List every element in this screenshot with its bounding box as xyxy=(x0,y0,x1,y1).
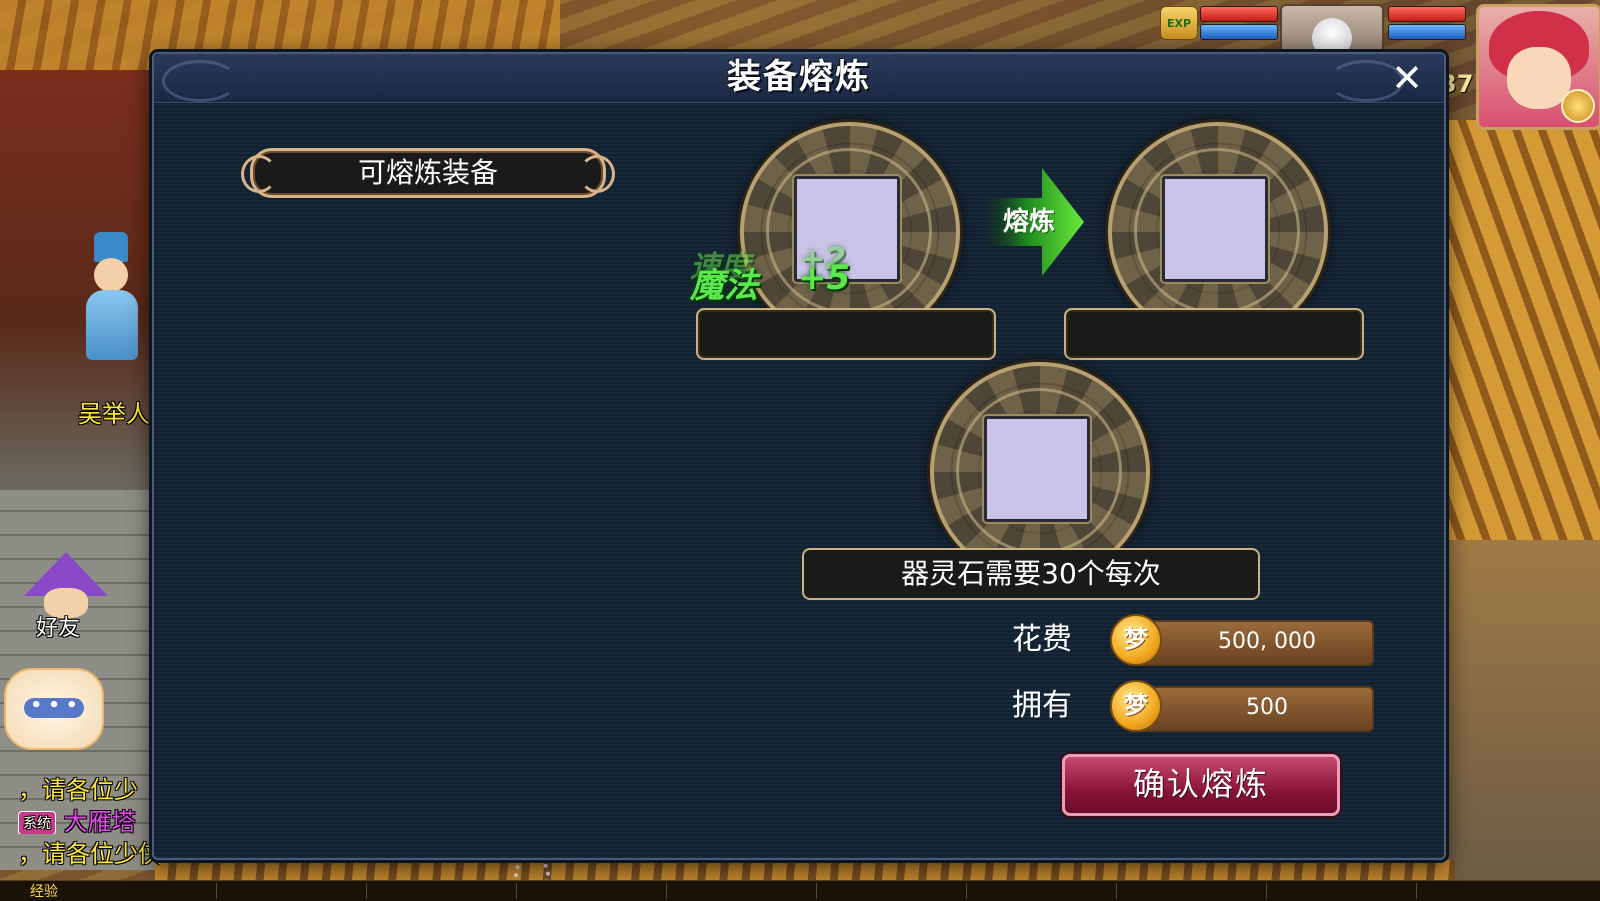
dream-coin-icon: 梦 xyxy=(1110,614,1162,666)
source-equipment-name-box xyxy=(696,308,996,360)
npc-name-label: 吴举人 xyxy=(78,400,150,428)
exp-tick xyxy=(1416,883,1417,899)
close-icon[interactable]: ✕ xyxy=(1386,58,1428,100)
exp-tick xyxy=(666,883,667,899)
exp-tick xyxy=(1266,883,1267,899)
exp-tick xyxy=(216,883,217,899)
npc-head xyxy=(94,258,128,292)
chat-line-text: ，请各位少侠前去挑战。 xyxy=(18,840,160,866)
float-stat-text: 魔法 xyxy=(690,266,758,306)
chat-line: ，请各位少侠前去挑战。 xyxy=(0,834,160,866)
confirm-smelt-button[interactable]: 确认熔炼 xyxy=(1062,754,1340,816)
speech-bubble-icon: • • • xyxy=(24,697,84,718)
float-stat-text: +5 xyxy=(798,258,851,298)
chat-line-text: ，请各位少 xyxy=(18,776,138,802)
exp-tick xyxy=(1116,883,1117,899)
friends-label: 好友 xyxy=(36,616,81,641)
pet-hp-bar xyxy=(1200,6,1278,22)
player-hp-bar xyxy=(1388,6,1466,22)
equipment-smelt-dialog: 装备熔炼 ✕ 可熔炼装备 速度 魔法 +2 +5 熔炼 器灵石需要30个每次 花… xyxy=(152,52,1446,860)
player-avatar[interactable] xyxy=(1476,4,1600,130)
player-status-bars xyxy=(1388,4,1466,44)
background-roof-right xyxy=(1440,120,1600,540)
chat-line-text: 大雁塔 xyxy=(63,808,136,834)
exp-bar: 经验 xyxy=(0,880,1600,901)
system-tag: 系统 xyxy=(18,811,56,834)
owned-value: 500 xyxy=(1246,695,1288,720)
spirit-stone-slot[interactable] xyxy=(984,416,1090,522)
result-equipment-name-box xyxy=(1064,308,1364,360)
smelt-arrow-label: 熔炼 xyxy=(1002,207,1055,237)
vip-badge-icon xyxy=(1561,89,1595,123)
exp-buff-icon[interactable]: EXP xyxy=(1160,6,1198,40)
exp-tick xyxy=(516,883,517,899)
npc-character[interactable] xyxy=(78,232,148,372)
owned-row: 拥有 500 梦 xyxy=(1012,680,1374,732)
owned-label: 拥有 xyxy=(1012,688,1072,723)
result-equipment-slot[interactable] xyxy=(1162,176,1268,282)
cost-value: 500, 000 xyxy=(1218,629,1316,654)
chat-button[interactable]: • • • xyxy=(4,668,104,750)
exp-tick xyxy=(816,883,817,899)
cost-label: 花费 xyxy=(1012,622,1072,657)
dialog-header: 装备熔炼 ✕ xyxy=(154,54,1444,103)
dialog-title: 装备熔炼 xyxy=(727,57,871,97)
chat-line: ，请各位少 xyxy=(0,770,160,802)
dream-coin-icon: 梦 xyxy=(1110,680,1162,732)
stone-requirement-text: 器灵石需要30个每次 xyxy=(901,557,1161,590)
friends-button[interactable]: 好友 xyxy=(20,552,110,642)
exp-label: 经验 xyxy=(30,884,58,900)
exp-tick xyxy=(966,883,967,899)
chat-log[interactable]: ，请各位少 系统 大雁塔 ，请各位少侠前去挑战。 xyxy=(0,770,160,870)
player-mp-bar xyxy=(1388,24,1466,40)
npc-robe xyxy=(86,290,138,360)
pet-status-bars xyxy=(1200,4,1278,44)
chat-line: 系统 大雁塔 xyxy=(0,802,160,834)
smeltable-equipment-header: 可熔炼装备 xyxy=(241,148,615,198)
pet-portrait[interactable] xyxy=(1280,4,1384,58)
cost-row: 花费 500, 000 梦 xyxy=(1012,614,1374,666)
smelt-arrow: 熔炼 xyxy=(988,168,1084,276)
smeltable-equipment-label: 可熔炼装备 xyxy=(357,156,498,189)
exp-tick xyxy=(366,883,367,899)
background-courtyard xyxy=(1440,540,1600,900)
stone-requirement-box: 器灵石需要30个每次 xyxy=(802,548,1260,600)
smeltable-equipment-list[interactable] xyxy=(250,204,650,824)
pet-mp-bar xyxy=(1200,24,1278,40)
